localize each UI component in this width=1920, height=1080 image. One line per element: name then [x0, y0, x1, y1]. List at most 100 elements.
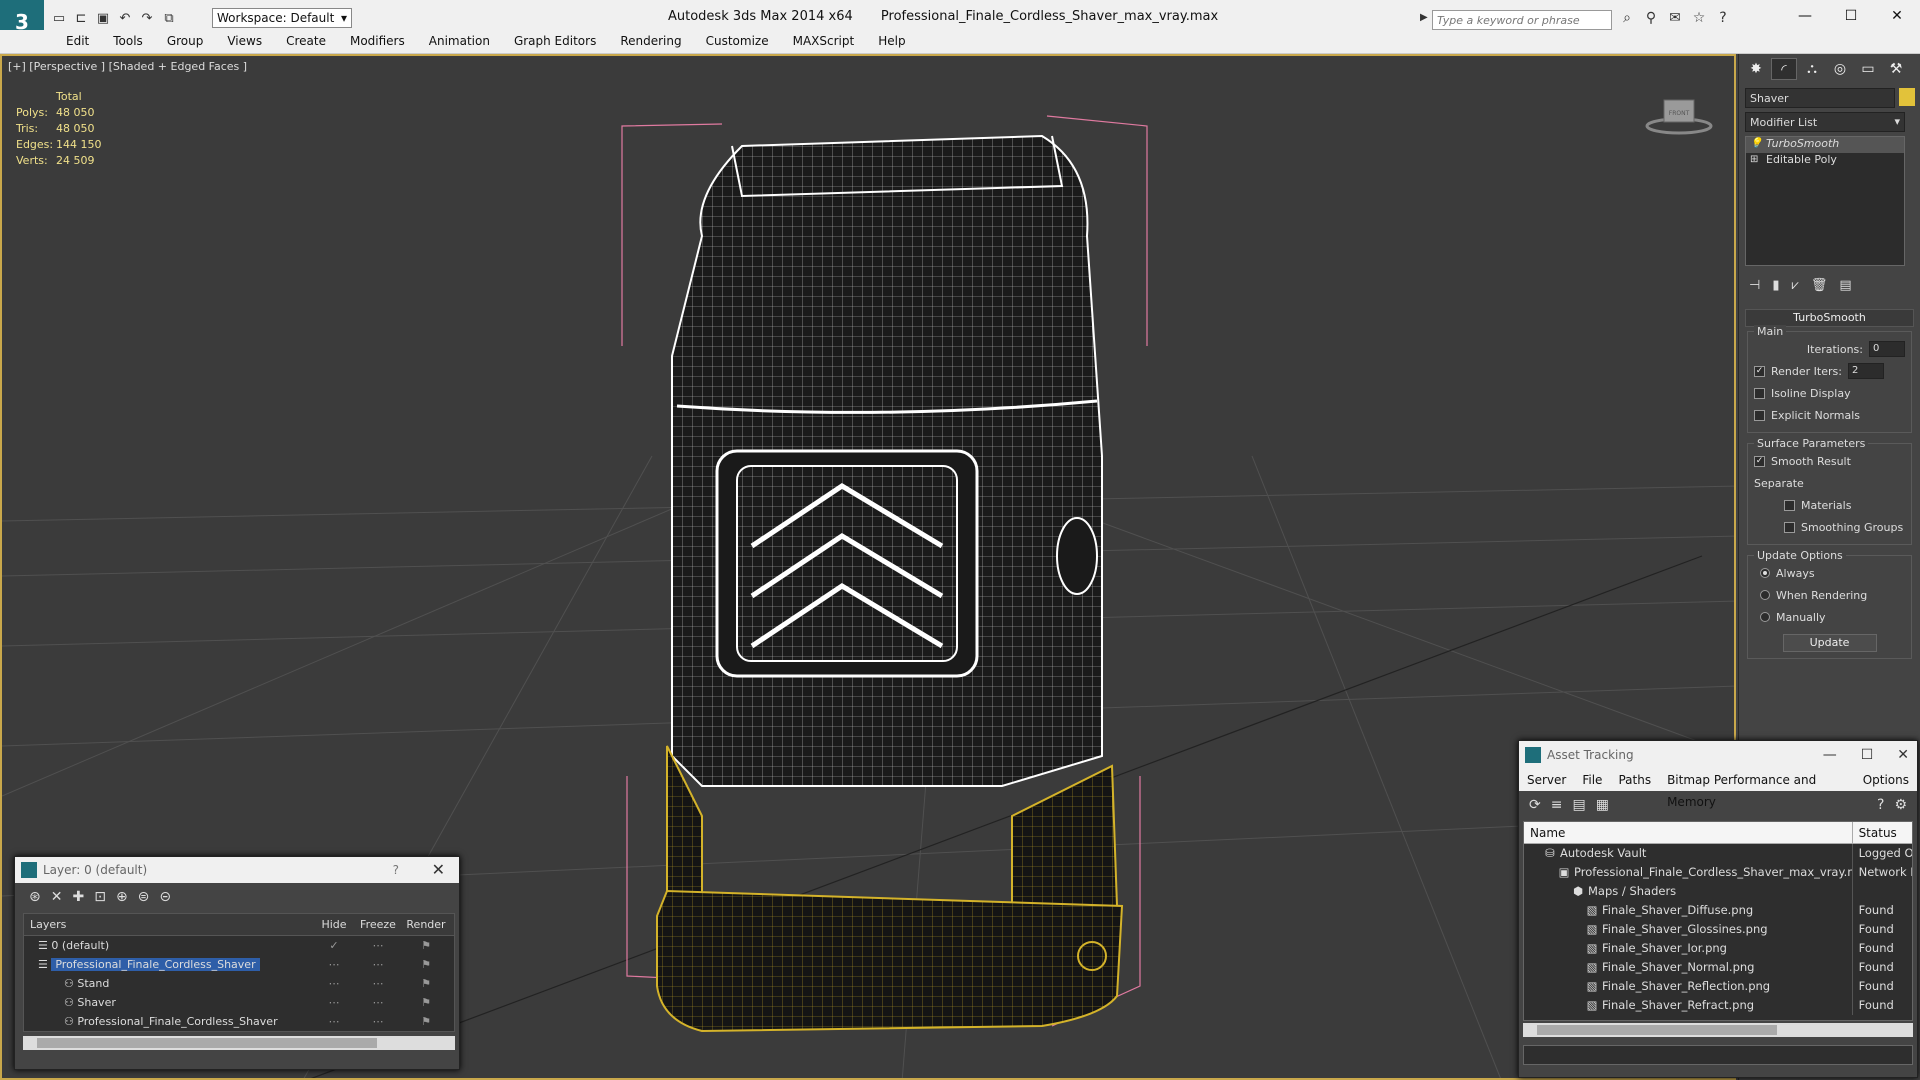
- menu-views[interactable]: Views: [215, 30, 274, 53]
- freeze-all-icon[interactable]: ⊝: [159, 889, 171, 905]
- col-hide[interactable]: Hide: [314, 914, 354, 935]
- new-file-icon[interactable]: ▭: [50, 10, 68, 28]
- freeze-toggle-icon[interactable]: ⋯: [354, 993, 402, 1012]
- list-view-icon[interactable]: ≡: [1551, 797, 1563, 815]
- layer-name[interactable]: Stand: [77, 977, 109, 990]
- iterations-spinner[interactable]: 0: [1869, 341, 1905, 357]
- asset-row[interactable]: ⬢ Maps / Shaders: [1524, 882, 1912, 901]
- menu-group[interactable]: Group: [155, 30, 216, 53]
- stack-item-turbosmooth[interactable]: 💡 TurboSmooth: [1746, 137, 1904, 153]
- layer-name[interactable]: 0 (default): [51, 939, 109, 952]
- materials-checkbox[interactable]: [1784, 499, 1795, 511]
- asset-dialog-titlebar[interactable]: Asset Tracking — ☐ ✕: [1519, 741, 1917, 769]
- hide-toggle-icon[interactable]: ⋯: [314, 974, 354, 993]
- current-layer-check-icon[interactable]: ✓: [314, 936, 354, 955]
- asset-row[interactable]: ▧ Finale_Shaver_Ior.png Found: [1524, 939, 1912, 958]
- minimize-icon[interactable]: —: [1823, 741, 1837, 769]
- freeze-toggle-icon[interactable]: ⋯: [354, 936, 402, 955]
- menu-customize[interactable]: Customize: [694, 30, 781, 53]
- make-unique-icon[interactable]: ⩗: [1791, 278, 1798, 293]
- binoculars-icon[interactable]: ⌕: [1618, 9, 1636, 27]
- render-toggle-icon[interactable]: ⚑: [402, 955, 450, 974]
- close-button[interactable]: ✕: [1874, 0, 1920, 32]
- render-toggle-icon[interactable]: ⚑: [402, 974, 450, 993]
- menu-edit[interactable]: Edit: [54, 30, 101, 53]
- create-tab-icon[interactable]: ✸: [1743, 58, 1769, 80]
- search-input[interactable]: Type a keyword or phrase: [1432, 10, 1612, 30]
- configure-sets-icon[interactable]: ▤: [1839, 278, 1851, 293]
- hide-toggle-icon[interactable]: ⋯: [314, 993, 354, 1012]
- isoline-checkbox[interactable]: [1754, 387, 1765, 399]
- freeze-toggle-icon[interactable]: ⋯: [354, 1012, 402, 1031]
- table-view-icon[interactable]: ▤: [1572, 797, 1585, 815]
- render-iters-spinner[interactable]: 2: [1847, 363, 1884, 379]
- workspace-select[interactable]: Workspace: Default: [212, 8, 352, 28]
- layer-row[interactable]: ☰ Professional_Finale_Cordless_Shaver ⋯ ⋯ ⚑: [24, 955, 454, 974]
- delete-layer-icon[interactable]: ✕: [51, 889, 63, 905]
- favorites-star-icon[interactable]: ☆: [1690, 9, 1708, 27]
- menu-modifiers[interactable]: Modifiers: [338, 30, 417, 53]
- smoothing-groups-checkbox[interactable]: [1784, 521, 1795, 533]
- expand-plus-icon[interactable]: ⊞: [1750, 154, 1758, 165]
- display-tab-icon[interactable]: ▭: [1855, 58, 1881, 80]
- help-icon[interactable]: ?: [1877, 797, 1884, 815]
- col-name[interactable]: Name: [1524, 822, 1853, 843]
- scroll-thumb[interactable]: [37, 1038, 377, 1048]
- layer-row[interactable]: ⚇ Professional_Finale_Cordless_Shaver ⋯ ⋯ ⚑: [24, 1012, 454, 1031]
- layer-name[interactable]: Professional_Finale_Cordless_Shaver: [77, 1015, 277, 1028]
- stack-item-editable-poly[interactable]: ⊞ Editable Poly: [1746, 153, 1904, 169]
- manually-radio[interactable]: [1760, 612, 1770, 622]
- asset-row[interactable]: ▧ Finale_Shaver_Glossines.png Found: [1524, 920, 1912, 939]
- subscription-icon[interactable]: ⚲: [1642, 9, 1660, 27]
- asset-row[interactable]: ▧ Finale_Shaver_Refract.png Found: [1524, 996, 1912, 1015]
- minimize-button[interactable]: —: [1782, 0, 1828, 32]
- freeze-toggle-icon[interactable]: ⋯: [354, 974, 402, 993]
- col-layers[interactable]: Layers: [24, 914, 314, 935]
- col-render[interactable]: Render: [402, 914, 450, 935]
- highlight-layer-icon[interactable]: ⊕: [116, 889, 128, 905]
- project-folder-icon[interactable]: ⧉: [160, 10, 178, 28]
- asset-horizontal-scrollbar[interactable]: [1523, 1023, 1913, 1037]
- open-file-icon[interactable]: ⊏: [72, 10, 90, 28]
- add-to-layer-icon[interactable]: ✚: [72, 889, 84, 905]
- modify-tab-icon[interactable]: ◜: [1771, 58, 1797, 80]
- menu-rendering[interactable]: Rendering: [608, 30, 693, 53]
- layer-name[interactable]: Shaver: [77, 996, 116, 1009]
- close-icon[interactable]: ✕: [1897, 741, 1909, 769]
- refresh-icon[interactable]: ⟳: [1529, 797, 1541, 815]
- layer-row[interactable]: ☰ 0 (default) ✓ ⋯ ⚑: [24, 936, 454, 955]
- modifier-list-dropdown[interactable]: Modifier List: [1745, 112, 1905, 132]
- select-objects-icon[interactable]: ⊡: [94, 889, 106, 905]
- communication-icon[interactable]: ✉: [1666, 9, 1684, 27]
- settings-icon[interactable]: ⚙: [1894, 797, 1907, 815]
- hierarchy-tab-icon[interactable]: ⛬: [1799, 58, 1825, 80]
- menu-maxscript[interactable]: MAXScript: [781, 30, 867, 53]
- render-toggle-icon[interactable]: ⚑: [402, 1012, 450, 1031]
- pin-stack-icon[interactable]: ⊣: [1749, 278, 1760, 293]
- object-color-swatch[interactable]: [1899, 88, 1915, 106]
- render-iters-checkbox[interactable]: ✓: [1754, 365, 1765, 377]
- maximize-button[interactable]: ☐: [1828, 0, 1874, 32]
- menu-help[interactable]: Help: [866, 30, 917, 53]
- asset-row[interactable]: ▧ Finale_Shaver_Normal.png Found: [1524, 958, 1912, 977]
- render-toggle-icon[interactable]: ⚑: [402, 936, 450, 955]
- new-layer-icon[interactable]: ⊛: [29, 889, 41, 905]
- render-toggle-icon[interactable]: ⚑: [402, 993, 450, 1012]
- smooth-result-checkbox[interactable]: ✓: [1754, 455, 1765, 467]
- maximize-icon[interactable]: ☐: [1861, 741, 1874, 769]
- search-expand-icon[interactable]: ▶: [1420, 12, 1428, 23]
- help-icon[interactable]: ?: [1714, 9, 1732, 27]
- motion-tab-icon[interactable]: ◎: [1827, 58, 1853, 80]
- menu-animation[interactable]: Animation: [417, 30, 502, 53]
- col-status[interactable]: Status: [1853, 822, 1912, 843]
- explicit-normals-checkbox[interactable]: [1754, 409, 1765, 421]
- hide-all-icon[interactable]: ⊜: [138, 889, 150, 905]
- save-icon[interactable]: ▣: [94, 10, 112, 28]
- layer-horizontal-scrollbar[interactable]: [23, 1036, 455, 1050]
- redo-icon[interactable]: ↷: [138, 10, 156, 28]
- help-button[interactable]: ?: [393, 857, 399, 883]
- show-end-result-icon[interactable]: ▮: [1772, 278, 1779, 293]
- viewport-label[interactable]: [+] [Perspective ] [Shaded + Edged Faces…: [8, 60, 247, 73]
- menu-tools[interactable]: Tools: [101, 30, 155, 53]
- asset-menu-file[interactable]: File: [1574, 769, 1610, 791]
